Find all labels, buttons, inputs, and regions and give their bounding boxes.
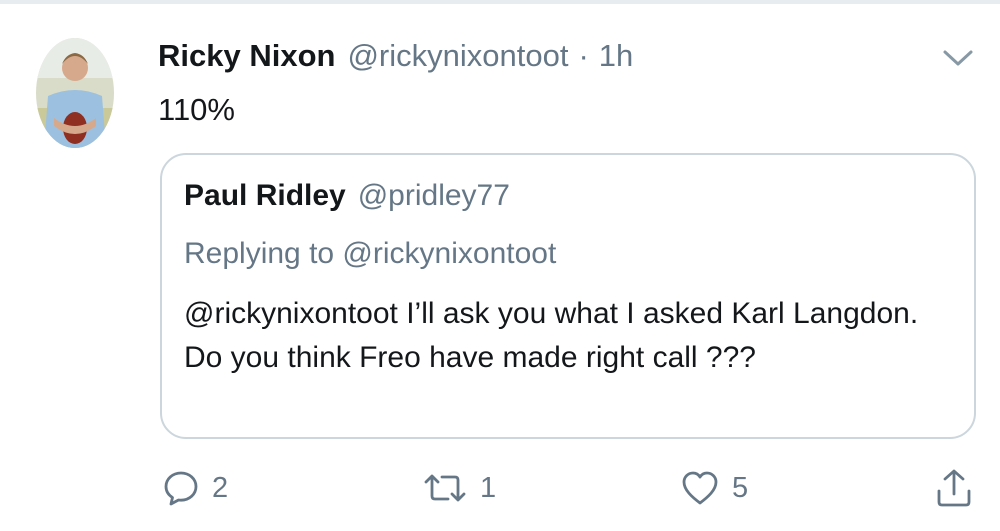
retweet-button[interactable]: 1 <box>422 460 496 516</box>
quoted-author-handle: @pridley77 <box>357 179 510 212</box>
reply-button[interactable]: 2 <box>162 460 228 516</box>
heart-icon <box>680 469 720 507</box>
quoted-tweet-text: @rickynixontoot I’ll ask you what I aske… <box>184 297 919 374</box>
header-separator: · <box>578 38 589 73</box>
reply-icon <box>162 469 200 507</box>
reply-count: 2 <box>212 471 229 504</box>
share-icon <box>934 467 974 509</box>
top-divider <box>0 0 1000 4</box>
author-name[interactable]: Ricky Nixon <box>158 38 335 74</box>
avatar-image <box>36 38 114 148</box>
like-button[interactable]: 5 <box>680 460 748 516</box>
quoted-tweet-card[interactable]: Paul Ridley @pridley77 Replying to @rick… <box>160 153 976 439</box>
quoted-author-name: Paul Ridley <box>184 179 346 212</box>
avatar[interactable] <box>36 38 114 148</box>
tweet-timestamp[interactable]: 1h <box>599 38 633 74</box>
retweet-count: 1 <box>480 471 497 504</box>
quoted-tweet-header: Paul Ridley @pridley77 <box>184 179 510 213</box>
retweet-icon <box>422 469 468 507</box>
share-button[interactable] <box>934 460 974 516</box>
action-bar: 2 1 5 <box>0 460 1000 520</box>
quoted-replying-to: Replying to @rickynixontoot <box>184 237 557 270</box>
chevron-down-icon[interactable] <box>940 44 976 72</box>
author-handle[interactable]: @rickynixontoot <box>347 38 568 74</box>
like-count: 5 <box>732 471 749 504</box>
tweet-text: 110% <box>158 92 235 127</box>
tweet-header: Ricky Nixon @rickynixontoot · 1h <box>158 38 633 82</box>
